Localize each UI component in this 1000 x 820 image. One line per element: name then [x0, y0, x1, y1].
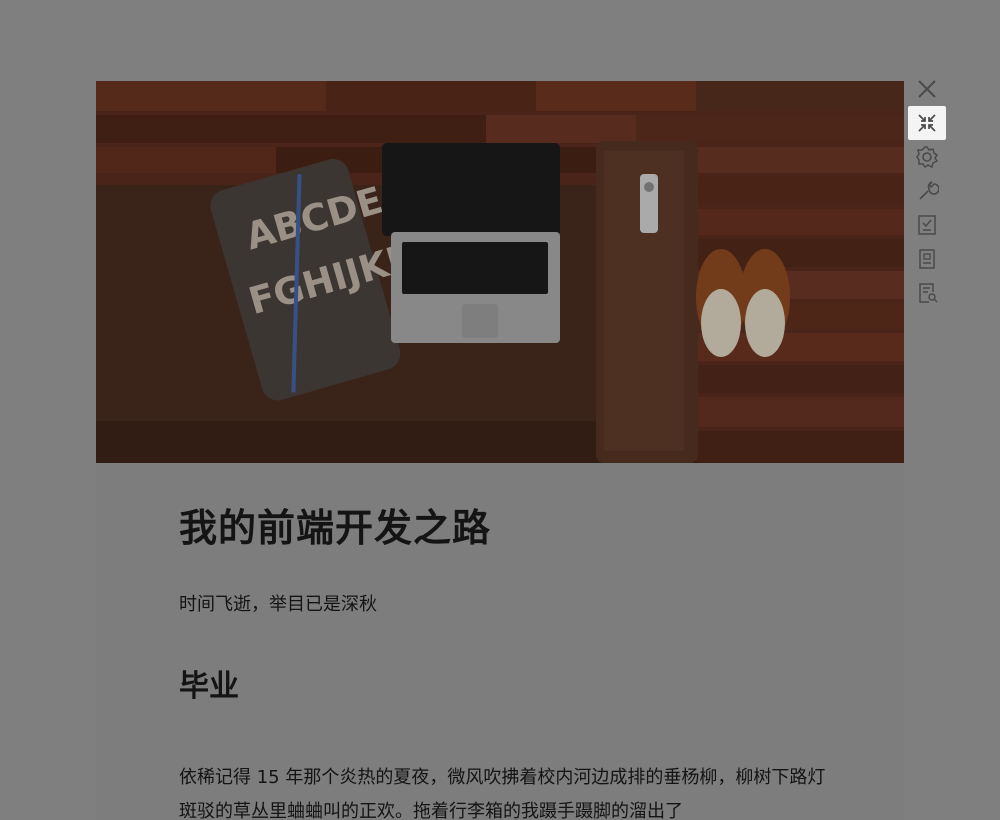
settings-button[interactable] — [908, 140, 946, 174]
close-icon — [918, 80, 936, 98]
checklist-button[interactable] — [908, 208, 946, 242]
reader-panel: ABCDE FGHIJKL 我的前端开发之路 时间飞逝，举目已是深秋 毕业 依稀… — [96, 81, 904, 820]
tools-button[interactable] — [908, 174, 946, 208]
section-heading: 毕业 — [179, 669, 239, 704]
article-title: 我的前端开发之路 — [179, 506, 492, 550]
article-subtitle: 时间飞逝，举目已是深秋 — [179, 594, 377, 615]
reader-toolbar — [908, 72, 946, 310]
exit-fullscreen-icon — [918, 114, 936, 132]
search-document-button[interactable] — [908, 276, 946, 310]
document-icon — [919, 249, 935, 269]
checklist-icon — [918, 215, 936, 235]
article-paragraph: 依稀记得 15 年那个炎热的夏夜，微风吹拂着校内河边成排的垂杨柳，柳树下路灯斑驳… — [179, 767, 826, 820]
exit-fullscreen-button[interactable] — [908, 106, 946, 140]
hero-image: ABCDE FGHIJKL — [96, 81, 904, 463]
wrench-icon — [919, 181, 939, 200]
document-button[interactable] — [908, 242, 946, 276]
close-button[interactable] — [908, 72, 946, 106]
search-document-icon — [919, 283, 938, 303]
gear-icon — [916, 146, 939, 169]
